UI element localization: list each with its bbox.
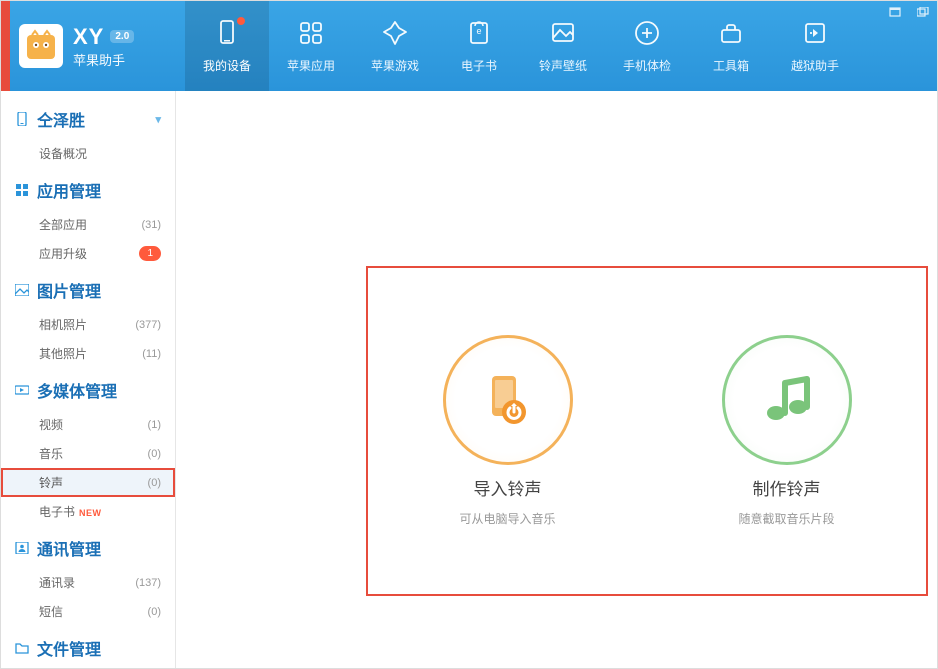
tab-label: 越狱助手 bbox=[791, 57, 839, 74]
item-count: (31) bbox=[141, 219, 161, 231]
window-maximize-icon[interactable] bbox=[915, 5, 931, 19]
logo-block: XY 2.0 苹果助手 bbox=[19, 24, 179, 69]
item-count: (0) bbox=[148, 477, 161, 489]
wallpaper-icon bbox=[548, 18, 578, 51]
sidebar-item[interactable]: 视频 (1) bbox=[1, 410, 175, 439]
tab-label: 苹果游戏 bbox=[371, 57, 419, 74]
app-version-badge: 2.0 bbox=[110, 30, 134, 43]
tab-label: 铃声壁纸 bbox=[539, 57, 587, 74]
device-icon bbox=[15, 112, 29, 126]
item-count: (1) bbox=[148, 419, 161, 431]
import-ringtone-icon bbox=[443, 335, 573, 465]
tab-label: 我的设备 bbox=[203, 57, 251, 74]
app-logo-icon bbox=[19, 24, 63, 68]
tab-health[interactable]: 手机体检 bbox=[605, 1, 689, 91]
tab-label: 苹果应用 bbox=[287, 57, 335, 74]
sidebar-item-label: 应用升级 bbox=[39, 245, 87, 262]
sidebar-group-title: 通讯管理 bbox=[37, 536, 101, 560]
app-header: XY 2.0 苹果助手 我的设备 苹果应用 苹果游戏 e 电子书 铃声壁纸 手机体检 工具箱 越… bbox=[1, 1, 937, 91]
main-tabs: 我的设备 苹果应用 苹果游戏 e 电子书 铃声壁纸 手机体检 工具箱 越狱助手 bbox=[185, 1, 857, 91]
sidebar-item-label: 其他照片 bbox=[39, 345, 87, 362]
apps-icon bbox=[15, 183, 29, 197]
import-ringtone-option[interactable]: 导入铃声 可从电脑导入音乐 bbox=[368, 268, 647, 594]
tab-label: 手机体检 bbox=[623, 57, 671, 74]
apps-icon bbox=[296, 18, 326, 51]
window-minimize-icon[interactable] bbox=[887, 5, 903, 19]
sidebar-item[interactable]: 音乐 (0) bbox=[1, 439, 175, 468]
jailbreak-icon bbox=[800, 18, 830, 51]
import-title: 导入铃声 bbox=[474, 475, 542, 500]
toolbox-icon bbox=[716, 18, 746, 51]
new-tag: NEW bbox=[79, 508, 102, 518]
sidebar-item[interactable]: 其他照片 (11) bbox=[1, 339, 175, 368]
tab-games[interactable]: 苹果游戏 bbox=[353, 1, 437, 91]
ebook-icon: e bbox=[464, 18, 494, 51]
sidebar-group-contacts[interactable]: 通讯管理 bbox=[1, 526, 175, 568]
content-area: 导入铃声 可从电脑导入音乐 制作铃声 随意截取音乐片段 bbox=[176, 91, 937, 668]
sidebar-device-head[interactable]: 仝泽胜 ▾ bbox=[1, 97, 175, 139]
media-icon bbox=[15, 383, 29, 397]
sidebar-item-label: 铃声 bbox=[39, 474, 63, 491]
item-count: (0) bbox=[148, 606, 161, 618]
create-subtitle: 随意截取音乐片段 bbox=[738, 510, 834, 527]
left-red-marker bbox=[1, 1, 10, 91]
sidebar-group-media[interactable]: 多媒体管理 bbox=[1, 368, 175, 410]
games-icon bbox=[380, 18, 410, 51]
item-count: (11) bbox=[142, 348, 161, 360]
sidebar-item-label: 音乐 bbox=[39, 445, 63, 462]
sidebar-group-files[interactable]: 文件管理 bbox=[1, 626, 175, 668]
sidebar-item-overview[interactable]: 设备概况 bbox=[1, 139, 175, 168]
sidebar-item[interactable]: 电子书NEW bbox=[1, 497, 175, 526]
item-count: (377) bbox=[135, 319, 161, 331]
tab-toolbox[interactable]: 工具箱 bbox=[689, 1, 773, 91]
chevron-down-icon: ▾ bbox=[155, 113, 161, 126]
sidebar-item-label: 通讯录 bbox=[39, 574, 75, 591]
sidebar-group-title: 文件管理 bbox=[37, 636, 101, 660]
files-icon bbox=[15, 641, 29, 655]
highlighted-panel: 导入铃声 可从电脑导入音乐 制作铃声 随意截取音乐片段 bbox=[366, 266, 928, 596]
tab-wallpaper[interactable]: 铃声壁纸 bbox=[521, 1, 605, 91]
contacts-icon bbox=[15, 541, 29, 555]
sidebar-item[interactable]: 通讯录 (137) bbox=[1, 568, 175, 597]
sidebar-item-label: 相机照片 bbox=[39, 316, 87, 333]
tab-label: 电子书 bbox=[461, 57, 497, 74]
tab-device[interactable]: 我的设备 bbox=[185, 1, 269, 91]
badge: 1 bbox=[139, 246, 161, 261]
create-ringtone-option[interactable]: 制作铃声 随意截取音乐片段 bbox=[647, 268, 926, 594]
sidebar: 仝泽胜 ▾ 设备概况 应用管理全部应用 (31) 应用升级 1 图片管理相机照片 (377… bbox=[1, 91, 176, 668]
sidebar-group-title: 多媒体管理 bbox=[37, 378, 117, 402]
create-title: 制作铃声 bbox=[753, 475, 821, 500]
sidebar-item-label: 电子书NEW bbox=[39, 503, 102, 520]
health-icon bbox=[632, 18, 662, 51]
tab-jailbreak[interactable]: 越狱助手 bbox=[773, 1, 857, 91]
device-icon bbox=[212, 18, 242, 51]
sidebar-group-image[interactable]: 图片管理 bbox=[1, 268, 175, 310]
app-name: XY bbox=[73, 24, 104, 50]
sidebar-item[interactable]: 全部应用 (31) bbox=[1, 210, 175, 239]
sidebar-item-label: 短信 bbox=[39, 603, 63, 620]
sidebar-item[interactable]: 铃声 (0) bbox=[1, 468, 175, 497]
device-name: 仝泽胜 bbox=[37, 107, 85, 131]
sidebar-item[interactable]: 相机照片 (377) bbox=[1, 310, 175, 339]
tab-ebook[interactable]: e 电子书 bbox=[437, 1, 521, 91]
sidebar-group-title: 图片管理 bbox=[37, 278, 101, 302]
tab-apps[interactable]: 苹果应用 bbox=[269, 1, 353, 91]
sidebar-group-apps[interactable]: 应用管理 bbox=[1, 168, 175, 210]
sidebar-item-label: 全部应用 bbox=[39, 216, 87, 233]
sidebar-item-label: 设备概况 bbox=[39, 145, 87, 162]
image-icon bbox=[15, 283, 29, 297]
tab-label: 工具箱 bbox=[713, 57, 749, 74]
sidebar-item[interactable]: 短信 (0) bbox=[1, 597, 175, 626]
svg-text:e: e bbox=[476, 26, 481, 36]
item-count: (0) bbox=[148, 448, 161, 460]
sidebar-item-label: 视频 bbox=[39, 416, 63, 433]
import-subtitle: 可从电脑导入音乐 bbox=[459, 510, 555, 527]
item-count: (137) bbox=[135, 577, 161, 589]
sidebar-item[interactable]: 应用升级 1 bbox=[1, 239, 175, 268]
sidebar-group-title: 应用管理 bbox=[37, 178, 101, 202]
create-ringtone-icon bbox=[722, 335, 852, 465]
app-subtitle: 苹果助手 bbox=[73, 50, 134, 69]
window-controls bbox=[887, 5, 931, 19]
